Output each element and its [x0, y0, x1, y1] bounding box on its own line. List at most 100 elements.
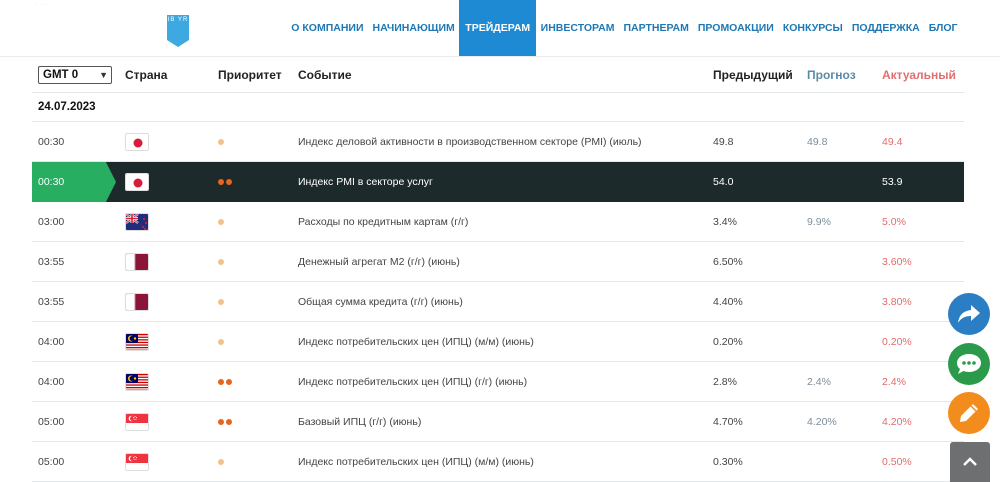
row-event: Индекс потребительских цен (ИПЦ) (г/г) (… — [298, 376, 528, 388]
chat-button[interactable] — [948, 343, 990, 385]
row-priority — [218, 402, 234, 442]
timezone-select[interactable]: GMT 0 ▼ — [38, 66, 112, 84]
row-time: 04:00 — [38, 376, 65, 388]
row-event: Индекс деловой активности в производстве… — [298, 136, 642, 148]
priority-dot-icon — [218, 259, 224, 266]
row-previous: 49.8 — [713, 136, 734, 148]
row-actual: 4.20% — [882, 416, 912, 428]
row-previous: 4.70% — [713, 416, 743, 428]
jp-flag-icon — [125, 173, 149, 191]
share-button[interactable] — [948, 293, 990, 335]
table-row[interactable]: 05:00 Базовый ИПЦ (г/г) (июнь) 4.70% 4.20% 4… — [32, 402, 964, 442]
priority-dot-icon — [218, 139, 224, 146]
row-event: Индекс PMI в секторе услуг — [298, 176, 433, 188]
row-country — [125, 173, 149, 191]
share-icon — [958, 305, 980, 323]
row-event: Денежный агрегат M2 (г/г) (июнь) — [298, 256, 460, 268]
logo-text: IB YR — [167, 17, 189, 23]
row-previous: 2.8% — [713, 376, 737, 388]
scroll-to-top-button[interactable] — [950, 442, 990, 482]
table-row[interactable]: 04:00 Индекс потребительских цен (ИПЦ) (м… — [32, 322, 964, 362]
row-time: 03:55 — [38, 256, 65, 268]
row-country — [125, 333, 149, 351]
nav-item-2[interactable]: Трейдерам — [459, 0, 537, 56]
sg-flag-icon — [125, 453, 149, 471]
row-previous: 0.30% — [713, 456, 743, 468]
nav-item-0[interactable]: О компании — [287, 0, 368, 56]
logo[interactable]: IB YR — [166, 14, 190, 48]
row-forecast: 49.8 — [807, 136, 828, 148]
main-nav: О компании Начинающим Трейдерам Инвесторам П… — [287, 0, 962, 56]
nav-item-1[interactable]: Начинающим — [368, 0, 459, 56]
site-header: · · · IB YR О компании Начинающим Трейдера… — [0, 0, 1000, 57]
row-priority — [218, 122, 226, 162]
row-priority — [218, 242, 226, 282]
row-country — [125, 373, 149, 391]
row-actual: 3.60% — [882, 256, 912, 268]
chevron-up-icon — [963, 457, 977, 466]
jp-flag-icon — [125, 133, 149, 151]
row-forecast: 4.20% — [807, 416, 837, 428]
row-priority — [218, 202, 226, 242]
column-forecast: Прогноз — [807, 68, 856, 82]
nav-item-3[interactable]: Инвесторам — [536, 0, 619, 56]
row-country — [125, 253, 149, 271]
qa-flag-icon — [125, 253, 149, 271]
column-priority: Приоритет — [218, 68, 282, 82]
row-country — [125, 213, 149, 231]
row-time: 05:00 — [38, 456, 65, 468]
nav-item-7[interactable]: Поддержка — [847, 0, 924, 56]
edit-icon — [960, 404, 978, 422]
column-previous: Предыдущий — [713, 68, 793, 82]
row-event: Индекс потребительских цен (ИПЦ) (м/м) (… — [298, 456, 534, 468]
row-actual: 2.4% — [882, 376, 906, 388]
priority-dot-icon — [218, 179, 224, 186]
row-actual: 0.50% — [882, 456, 912, 468]
row-country — [125, 293, 149, 311]
priority-dot-icon — [218, 459, 224, 466]
table-row[interactable]: 00:30 Индекс деловой активности в произво… — [32, 122, 964, 162]
row-previous: 4.40% — [713, 296, 743, 308]
row-event: Расходы по кредитным картам (г/г) — [298, 216, 469, 228]
row-previous: 3.4% — [713, 216, 737, 228]
nav-item-5[interactable]: Промоакции — [693, 0, 778, 56]
row-actual: 49.4 — [882, 136, 903, 148]
row-time: 00:30 — [38, 136, 65, 148]
nav-item-6[interactable]: Конкурсы — [778, 0, 847, 56]
priority-dot-icon — [226, 179, 232, 186]
row-country — [125, 133, 149, 151]
row-time: 03:55 — [38, 296, 65, 308]
my-flag-icon — [125, 373, 149, 391]
row-priority — [218, 362, 234, 402]
row-forecast: 9.9% — [807, 216, 831, 228]
sg-flag-icon — [125, 413, 149, 431]
my-flag-icon — [125, 333, 149, 351]
priority-dot-icon — [218, 219, 224, 226]
nz-flag-icon — [125, 213, 149, 231]
row-priority — [218, 162, 234, 202]
row-previous: 0.20% — [713, 336, 743, 348]
table-row[interactable]: 03:00 Расходы по кредитным картам (г/г) 3.… — [32, 202, 964, 242]
table-header: GMT 0 ▼ Страна Приоритет Событие Предыду… — [32, 57, 964, 93]
table-row[interactable]: 03:55 Денежный агрегат M2 (г/г) (июнь) 6.5… — [32, 242, 964, 282]
row-forecast: 2.4% — [807, 376, 831, 388]
priority-dot-icon — [218, 299, 224, 306]
row-priority — [218, 442, 226, 482]
table-row[interactable]: 04:00 Индекс потребительских цен (ИПЦ) (г… — [32, 362, 964, 402]
timezone-select-value: GMT 0 — [43, 69, 79, 81]
row-country — [125, 413, 149, 431]
row-previous: 6.50% — [713, 256, 743, 268]
row-actual: 53.9 — [882, 176, 903, 188]
nav-item-4[interactable]: Партнерам — [619, 0, 693, 56]
row-priority — [218, 322, 226, 362]
table-row[interactable]: 00:30 Индекс PMI в секторе услуг 54.0 53.9 — [32, 162, 964, 202]
priority-dot-icon — [218, 419, 224, 426]
column-actual: Актуальный — [882, 68, 956, 82]
table-row[interactable]: 05:00 Индекс потребительских цен (ИПЦ) (м… — [32, 442, 964, 482]
qa-flag-icon — [125, 293, 149, 311]
table-row[interactable]: 03:55 Общая сумма кредита (г/г) (июнь) 4.4… — [32, 282, 964, 322]
row-actual: 3.80% — [882, 296, 912, 308]
row-country — [125, 453, 149, 471]
edit-button[interactable] — [948, 392, 990, 434]
nav-item-8[interactable]: Блог — [924, 0, 962, 56]
